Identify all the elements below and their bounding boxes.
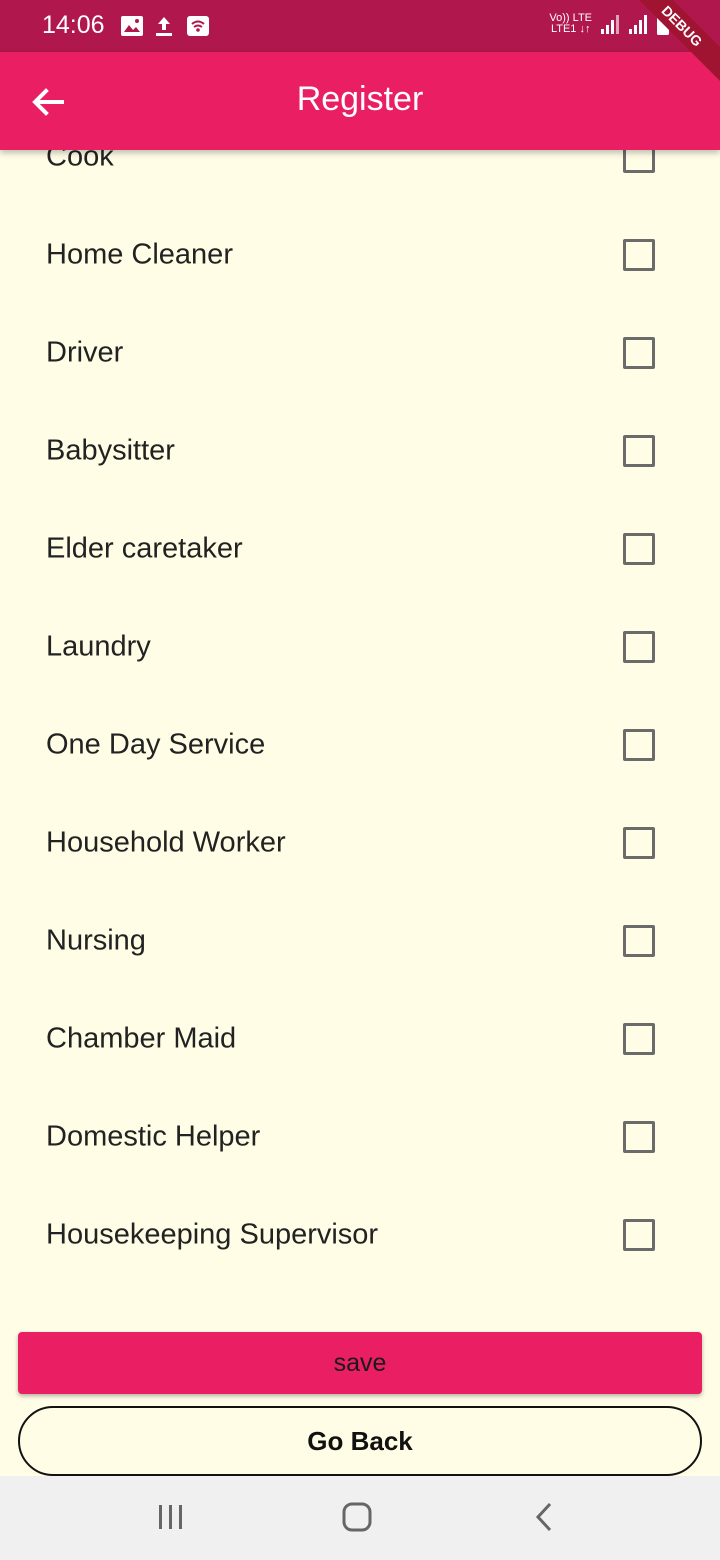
go-back-button[interactable]: Go Back xyxy=(18,1406,702,1476)
list-item-laundry[interactable]: Laundry xyxy=(0,598,720,696)
service-list[interactable]: Cook Home Cleaner Driver Babysitter Elde… xyxy=(0,150,720,1320)
checkbox[interactable] xyxy=(623,631,655,663)
signal-icon xyxy=(601,15,619,34)
list-item-chamber-maid[interactable]: Chamber Maid xyxy=(0,990,720,1088)
checkbox[interactable] xyxy=(623,925,655,957)
list-item-babysitter[interactable]: Babysitter xyxy=(0,402,720,500)
list-item-housekeeping-supervisor[interactable]: Housekeeping Supervisor xyxy=(0,1186,720,1284)
checkbox[interactable] xyxy=(623,729,655,761)
system-nav-bar xyxy=(0,1476,720,1560)
list-item-nursing[interactable]: Nursing xyxy=(0,892,720,990)
back-nav-icon[interactable] xyxy=(528,1500,562,1534)
checkbox[interactable] xyxy=(623,337,655,369)
page-title: Register xyxy=(296,80,424,118)
list-item-household-worker[interactable]: Household Worker xyxy=(0,794,720,892)
network-line-2: LTE1 ↓↑ xyxy=(550,23,591,35)
checkbox[interactable] xyxy=(623,239,655,271)
list-item-elder-caretaker[interactable]: Elder caretaker xyxy=(0,500,720,598)
checkbox[interactable] xyxy=(623,533,655,565)
list-item-label: Elder caretaker xyxy=(46,532,243,565)
list-item-label: One Day Service xyxy=(46,728,266,761)
status-bar: 14:06 Vo)) LTE LTE1 ↓↑ xyxy=(0,0,720,52)
status-time: 14:06 xyxy=(42,11,105,39)
list-item-label: Cook xyxy=(46,150,114,173)
checkbox[interactable] xyxy=(623,1023,655,1055)
list-item-cook[interactable]: Cook xyxy=(0,150,720,206)
image-icon xyxy=(121,16,143,36)
checkbox[interactable] xyxy=(623,1219,655,1251)
list-item-driver[interactable]: Driver xyxy=(0,304,720,402)
list-item-label: Nursing xyxy=(46,924,146,957)
list-item-label: Household Worker xyxy=(46,826,286,859)
checkbox[interactable] xyxy=(623,435,655,467)
checkbox[interactable] xyxy=(623,1121,655,1153)
list-item-domestic-helper[interactable]: Domestic Helper xyxy=(0,1088,720,1186)
list-item-home-cleaner[interactable]: Home Cleaner xyxy=(0,206,720,304)
checkbox[interactable] xyxy=(623,827,655,859)
home-icon[interactable] xyxy=(340,1500,374,1534)
checkbox[interactable] xyxy=(623,150,655,173)
app-bar: Register xyxy=(0,52,720,150)
signal-icon-2 xyxy=(629,15,647,34)
save-button[interactable]: save xyxy=(18,1332,702,1394)
wifi-calling-icon xyxy=(187,16,209,36)
list-item-label: Home Cleaner xyxy=(46,238,233,271)
list-item-label: Laundry xyxy=(46,630,151,663)
network-type: Vo)) LTE LTE1 ↓↑ xyxy=(549,13,592,35)
list-item-label: Housekeeping Supervisor xyxy=(46,1218,379,1251)
list-item-label: Domestic Helper xyxy=(46,1120,261,1153)
upload-icon xyxy=(156,17,172,36)
recent-apps-icon[interactable] xyxy=(154,1500,188,1534)
list-item-label: Driver xyxy=(46,336,124,369)
list-item-label: Babysitter xyxy=(46,434,175,467)
service-list-inner: Cook Home Cleaner Driver Babysitter Elde… xyxy=(0,150,720,1284)
list-item-one-day-service[interactable]: One Day Service xyxy=(0,696,720,794)
status-right-icons: Vo)) LTE LTE1 ↓↑ xyxy=(549,12,670,36)
list-item-label: Chamber Maid xyxy=(46,1022,237,1055)
